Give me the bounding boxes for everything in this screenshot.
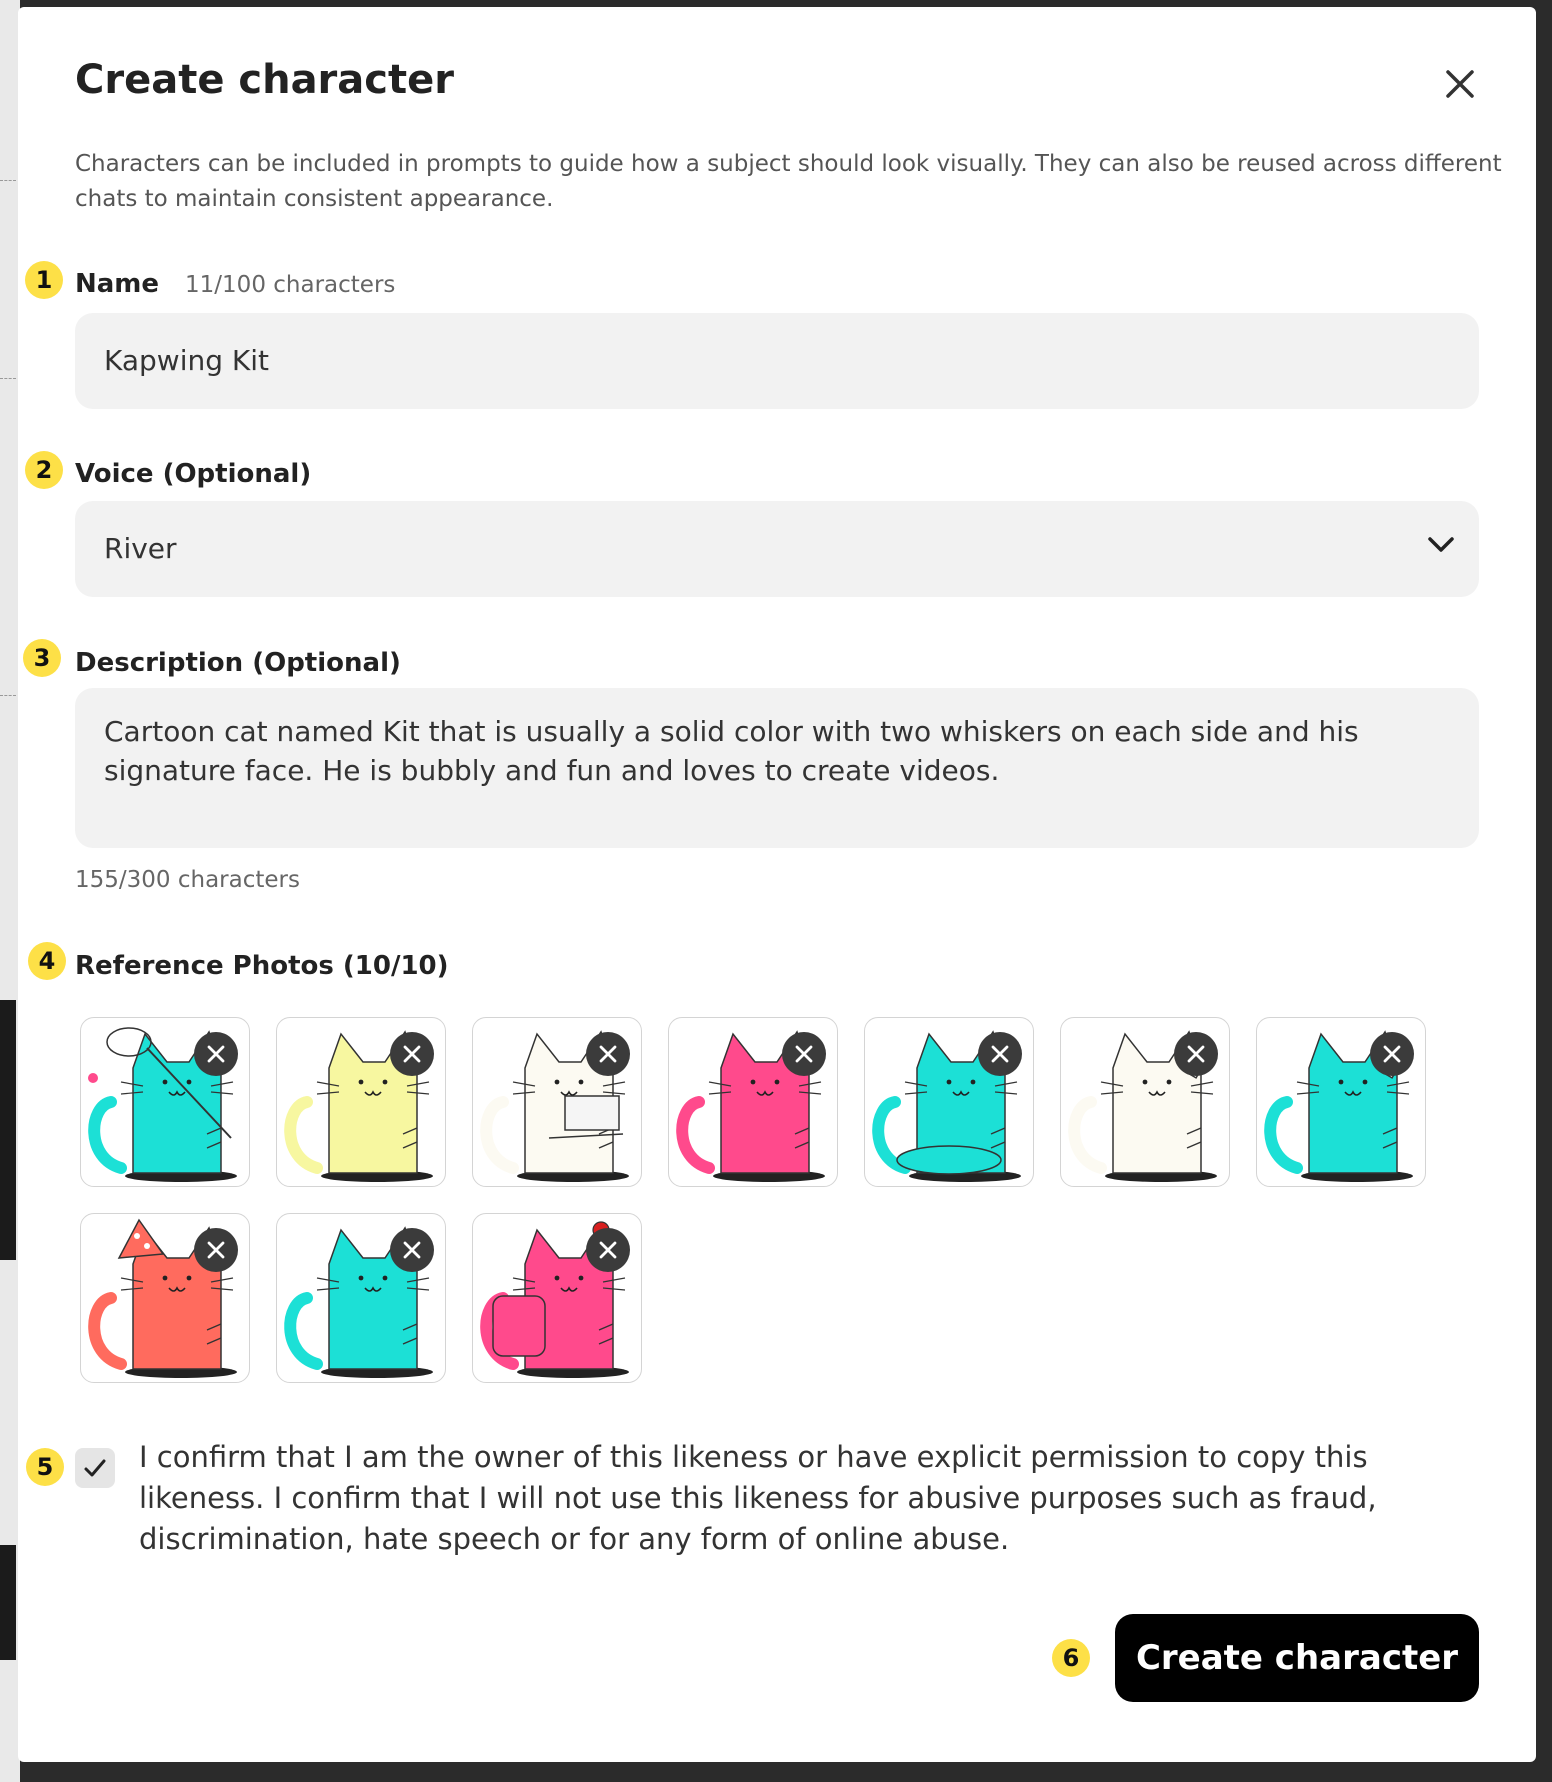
consent-checkbox[interactable] — [75, 1448, 115, 1488]
close-icon — [991, 1045, 1009, 1063]
close-icon — [1446, 70, 1474, 98]
remove-photo-button[interactable] — [978, 1032, 1022, 1076]
reference-photo[interactable] — [864, 1017, 1034, 1187]
remove-photo-button[interactable] — [586, 1228, 630, 1272]
name-counter: 11/100 characters — [185, 272, 396, 298]
step-badge: 6 — [1052, 1639, 1090, 1677]
create-character-button[interactable]: Create character — [1115, 1614, 1479, 1702]
name-input-value: Kapwing Kit — [104, 344, 270, 377]
step-badge: 3 — [23, 639, 61, 677]
consent-text: I confirm that I am the owner of this li… — [139, 1440, 1377, 1556]
step-badge: 5 — [26, 1448, 64, 1486]
close-icon — [403, 1241, 421, 1259]
background-divider — [0, 378, 16, 379]
reference-photo[interactable] — [276, 1213, 446, 1383]
step-badge: 2 — [25, 451, 63, 489]
description-label: Description (Optional) — [75, 648, 401, 678]
close-icon — [207, 1241, 225, 1259]
chevron-down-icon — [1428, 537, 1454, 552]
reference-photo[interactable] — [276, 1017, 446, 1187]
modal-description: Characters can be included in prompts to… — [75, 151, 1502, 212]
modal-title: Create character — [75, 57, 454, 103]
close-icon — [403, 1045, 421, 1063]
background-thumbnail — [0, 1545, 16, 1660]
name-input[interactable]: Kapwing Kit — [75, 313, 1479, 409]
close-icon — [1383, 1045, 1401, 1063]
reference-photo[interactable] — [1256, 1017, 1426, 1187]
remove-photo-button[interactable] — [1174, 1032, 1218, 1076]
reference-photo[interactable] — [1060, 1017, 1230, 1187]
remove-photo-button[interactable] — [1370, 1032, 1414, 1076]
close-icon — [207, 1045, 225, 1063]
voice-select[interactable]: River — [75, 501, 1479, 597]
close-icon — [599, 1241, 617, 1259]
reference-photo[interactable] — [472, 1213, 642, 1383]
reference-photo[interactable] — [668, 1017, 838, 1187]
description-textarea[interactable]: Cartoon cat named Kit that is usually a … — [75, 688, 1479, 848]
checkmark-icon — [84, 1459, 106, 1477]
description-counter: 155/300 characters — [75, 867, 300, 893]
voice-label: Voice (Optional) — [75, 459, 312, 489]
reference-photos-label: Reference Photos (10/10) — [75, 951, 449, 981]
remove-photo-button[interactable] — [390, 1228, 434, 1272]
name-label-text: Name — [75, 269, 160, 299]
background-divider — [0, 695, 16, 696]
background-thumbnail — [0, 1000, 16, 1260]
step-badge: 4 — [28, 942, 66, 980]
step-badge: 1 — [25, 261, 63, 299]
description-textarea-value: Cartoon cat named Kit that is usually a … — [104, 715, 1359, 787]
close-icon — [795, 1045, 813, 1063]
remove-photo-button[interactable] — [782, 1032, 826, 1076]
close-icon — [599, 1045, 617, 1063]
create-character-modal: Create character Characters can be inclu… — [18, 7, 1536, 1762]
remove-photo-button[interactable] — [194, 1032, 238, 1076]
background-app — [0, 0, 20, 1782]
close-button[interactable] — [1438, 62, 1482, 106]
name-label: Name 11/100 characters — [75, 269, 395, 299]
remove-photo-button[interactable] — [390, 1032, 434, 1076]
close-icon — [1187, 1045, 1205, 1063]
reference-photo[interactable] — [80, 1213, 250, 1383]
remove-photo-button[interactable] — [586, 1032, 630, 1076]
background-divider — [0, 180, 16, 181]
voice-select-value: River — [104, 532, 177, 565]
reference-photo[interactable] — [80, 1017, 250, 1187]
reference-photo[interactable] — [472, 1017, 642, 1187]
remove-photo-button[interactable] — [194, 1228, 238, 1272]
